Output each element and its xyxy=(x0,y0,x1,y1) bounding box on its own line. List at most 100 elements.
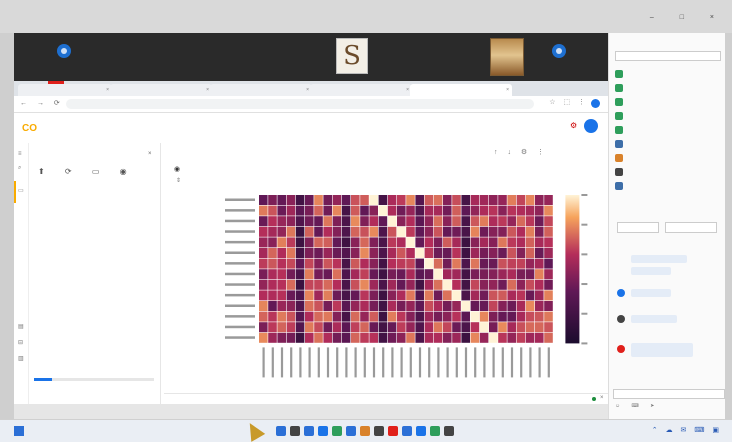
heatmap-cell xyxy=(489,290,498,301)
search-icon[interactable]: ⌕ xyxy=(18,165,21,172)
taskbar-app-icon[interactable] xyxy=(416,426,426,436)
heatmap-cell xyxy=(378,205,388,216)
heatmap-cell xyxy=(452,311,461,322)
heatmap-cell xyxy=(360,237,369,248)
participant-tile[interactable] xyxy=(168,33,244,81)
heatmap-cell xyxy=(323,205,332,216)
heatmap-cell xyxy=(305,322,314,333)
heatmap-cell xyxy=(516,279,526,290)
heatmap-cell xyxy=(443,290,452,301)
heatmap-cell xyxy=(332,290,342,301)
participant-list-item[interactable] xyxy=(615,83,719,93)
heatmap-cell xyxy=(424,237,434,248)
chat-input[interactable] xyxy=(613,389,725,399)
browser-tab[interactable]: × xyxy=(310,84,412,96)
avatar[interactable] xyxy=(584,119,598,133)
call-control-bar xyxy=(14,404,608,419)
chat-tab[interactable] xyxy=(617,222,659,233)
heatmap-cell xyxy=(498,237,507,248)
participant-tile[interactable] xyxy=(534,33,584,81)
close-icon[interactable]: × xyxy=(106,84,109,96)
heatmap-cell xyxy=(452,205,461,216)
column-tick-label xyxy=(262,347,265,378)
close-icon[interactable]: × xyxy=(206,84,209,96)
browser-tab[interactable]: × xyxy=(210,84,312,96)
nav-buttons[interactable]: ← → ⟳ xyxy=(20,99,64,107)
taskbar-app-icon[interactable] xyxy=(444,426,454,436)
close-icon[interactable]: × xyxy=(406,84,409,96)
taskbar-app-icon[interactable] xyxy=(402,426,412,436)
url-field[interactable] xyxy=(66,99,534,109)
close-icon[interactable]: × xyxy=(306,84,309,96)
expand-output-icon[interactable]: ⇕ xyxy=(176,177,181,184)
taskbar-app-icon[interactable] xyxy=(430,426,440,436)
heatmap-cell xyxy=(378,237,388,248)
run-cell-icon[interactable]: ◉ xyxy=(174,165,180,173)
participant-tile[interactable] xyxy=(474,33,534,81)
window-controls[interactable]: – □ × xyxy=(650,14,726,21)
file-toolbar[interactable]: ⬆ ⟳ ▭ ◉ xyxy=(38,167,136,176)
chat-tab[interactable] xyxy=(665,222,717,233)
participant-list-item[interactable] xyxy=(615,167,719,177)
heatmap-cell xyxy=(498,269,507,280)
browser-tab-active[interactable]: × xyxy=(410,84,512,96)
browser-tab[interactable]: × xyxy=(18,84,112,96)
code-icon[interactable]: ⊟ xyxy=(18,339,23,346)
column-tick-label xyxy=(520,347,523,378)
heatmap-cell xyxy=(277,195,286,205)
taskbar-app-icon[interactable] xyxy=(332,426,342,436)
settings-icon[interactable]: ▥ xyxy=(18,355,24,362)
participant-list-item[interactable] xyxy=(615,125,719,135)
heatmap-cell xyxy=(516,269,526,280)
participant-photo xyxy=(490,38,524,76)
participant-tile[interactable] xyxy=(34,33,94,81)
taskbar-app-icon[interactable] xyxy=(388,426,398,436)
column-tick-label xyxy=(382,347,385,378)
heatmap-cell xyxy=(295,195,305,205)
start-button-icon[interactable] xyxy=(14,426,24,436)
heatmap-cell xyxy=(360,290,369,301)
participant-list-item[interactable] xyxy=(615,181,719,191)
terminal-icon[interactable]: ▤ xyxy=(18,323,24,330)
participant-list-item[interactable] xyxy=(615,139,719,149)
close-icon[interactable]: × xyxy=(148,151,152,157)
participant-list-item[interactable] xyxy=(615,69,719,79)
chat-actions[interactable]: ☺ ⌨ ➤ xyxy=(615,403,659,409)
heatmap-cell xyxy=(397,195,406,205)
search-input[interactable] xyxy=(615,51,721,61)
taskbar-app-icon[interactable] xyxy=(290,426,300,436)
heatmap-cell xyxy=(387,216,397,227)
close-icon[interactable]: × xyxy=(506,84,509,96)
taskbar-app-icon[interactable] xyxy=(346,426,356,436)
heatmap-cell xyxy=(433,322,443,333)
participant-list-item[interactable] xyxy=(615,97,719,107)
taskbar-app-icon[interactable] xyxy=(360,426,370,436)
system-tray[interactable]: ⌃ ☁ ✉ ⌨ ▣ xyxy=(652,426,722,434)
profile-avatar[interactable] xyxy=(591,99,600,108)
taskbar-app-icon[interactable] xyxy=(374,426,384,436)
heatmap-cell xyxy=(498,332,507,343)
gear-icon[interactable]: ⚙ xyxy=(570,121,577,130)
taskbar-app-icon[interactable] xyxy=(318,426,328,436)
participant-tile[interactable] xyxy=(384,33,470,81)
menu-icon[interactable]: ≡ xyxy=(18,151,22,157)
taskbar-app-icon[interactable] xyxy=(304,426,314,436)
folder-icon[interactable]: ▭ xyxy=(18,187,24,194)
heatmap-cell xyxy=(314,205,323,216)
participant-tile[interactable] xyxy=(94,33,168,81)
participant-list-item[interactable] xyxy=(615,153,719,163)
heatmap-cell xyxy=(295,226,305,237)
taskbar-app-icon[interactable] xyxy=(276,426,286,436)
heatmap-cell xyxy=(406,290,415,301)
heatmap-cell xyxy=(341,195,351,205)
browser-tab[interactable]: × xyxy=(110,84,212,96)
close-icon[interactable]: × xyxy=(600,395,604,401)
participant-tile[interactable]: S xyxy=(324,33,380,81)
participant-list-item[interactable] xyxy=(615,111,719,121)
heatmap-cell xyxy=(286,332,296,343)
extension-icons[interactable]: ☆ ⬚ ⋮ xyxy=(549,98,588,106)
heatmap-cell xyxy=(507,332,516,343)
heatmap-cell xyxy=(470,195,480,205)
participant-tile[interactable] xyxy=(244,33,324,81)
heatmap-cell xyxy=(507,290,516,301)
